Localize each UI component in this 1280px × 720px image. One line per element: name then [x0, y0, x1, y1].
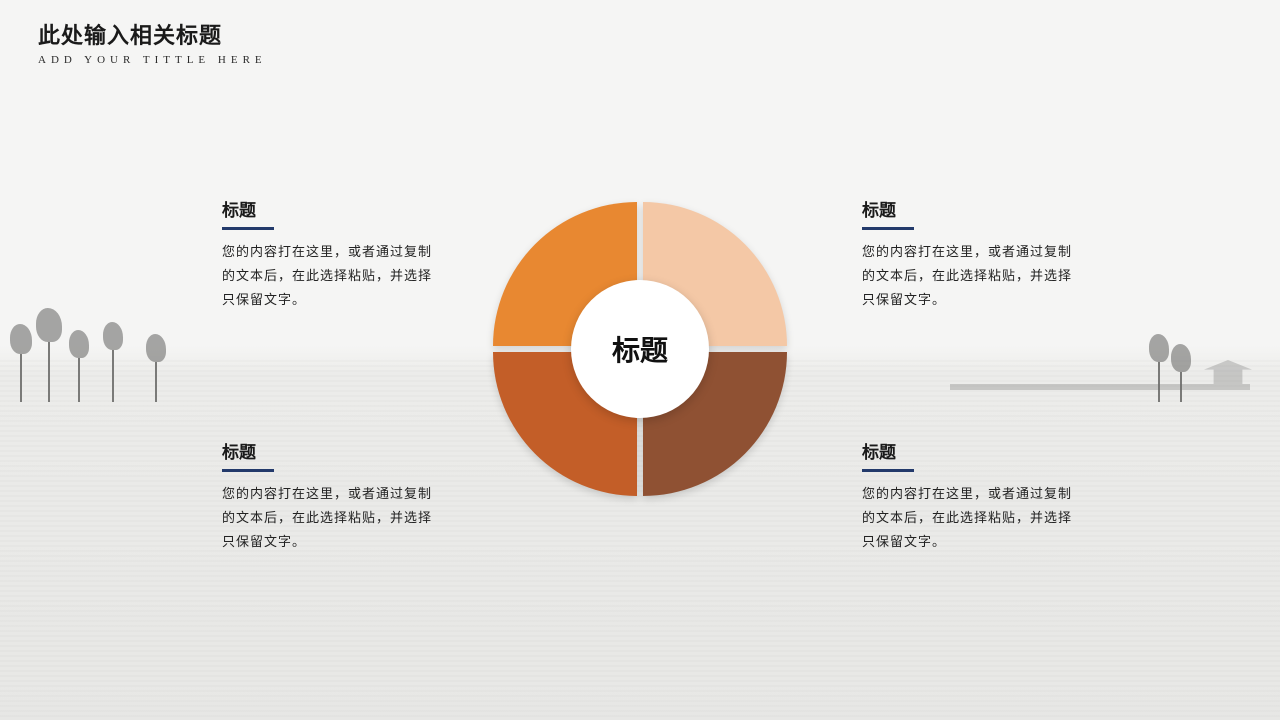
block-body: 您的内容打在这里，或者通过复制的文本后，在此选择粘贴，并选择只保留文字。 — [862, 482, 1072, 554]
block-body: 您的内容打在这里，或者通过复制的文本后，在此选择粘贴，并选择只保留文字。 — [222, 240, 432, 312]
content-block-bottom-left: 标题 您的内容打在这里，或者通过复制的文本后，在此选择粘贴，并选择只保留文字。 — [222, 438, 432, 554]
page-title: 此处输入相关标题 — [38, 18, 267, 50]
block-body: 您的内容打在这里，或者通过复制的文本后，在此选择粘贴，并选择只保留文字。 — [222, 482, 432, 554]
bg-tree — [155, 362, 157, 402]
bg-tree — [1158, 362, 1160, 402]
donut-diagram: 标题 — [493, 202, 787, 496]
bg-tree — [20, 354, 22, 402]
bg-tree — [48, 342, 50, 402]
title-rule — [862, 227, 914, 230]
bg-pavilion — [1204, 360, 1252, 384]
content-block-bottom-right: 标题 您的内容打在这里，或者通过复制的文本后，在此选择粘贴，并选择只保留文字。 — [862, 438, 1072, 554]
title-rule — [222, 469, 274, 472]
page-subtitle: ADD YOUR TITTLE HERE — [38, 54, 267, 66]
bg-tree — [112, 350, 114, 402]
content-block-top-left: 标题 您的内容打在这里，或者通过复制的文本后，在此选择粘贴，并选择只保留文字。 — [222, 196, 432, 312]
content-block-top-right: 标题 您的内容打在这里，或者通过复制的文本后，在此选择粘贴，并选择只保留文字。 — [862, 196, 1072, 312]
bg-tree — [78, 358, 80, 402]
block-title: 标题 — [222, 196, 432, 221]
bg-bridge — [950, 384, 1250, 390]
block-title: 标题 — [222, 438, 432, 463]
block-title: 标题 — [862, 438, 1072, 463]
donut-center-label: 标题 — [571, 280, 709, 418]
title-rule — [862, 469, 914, 472]
block-body: 您的内容打在这里，或者通过复制的文本后，在此选择粘贴，并选择只保留文字。 — [862, 240, 1072, 312]
title-rule — [222, 227, 274, 230]
slide-header: 此处输入相关标题 ADD YOUR TITTLE HERE — [38, 18, 267, 66]
block-title: 标题 — [862, 196, 1072, 221]
